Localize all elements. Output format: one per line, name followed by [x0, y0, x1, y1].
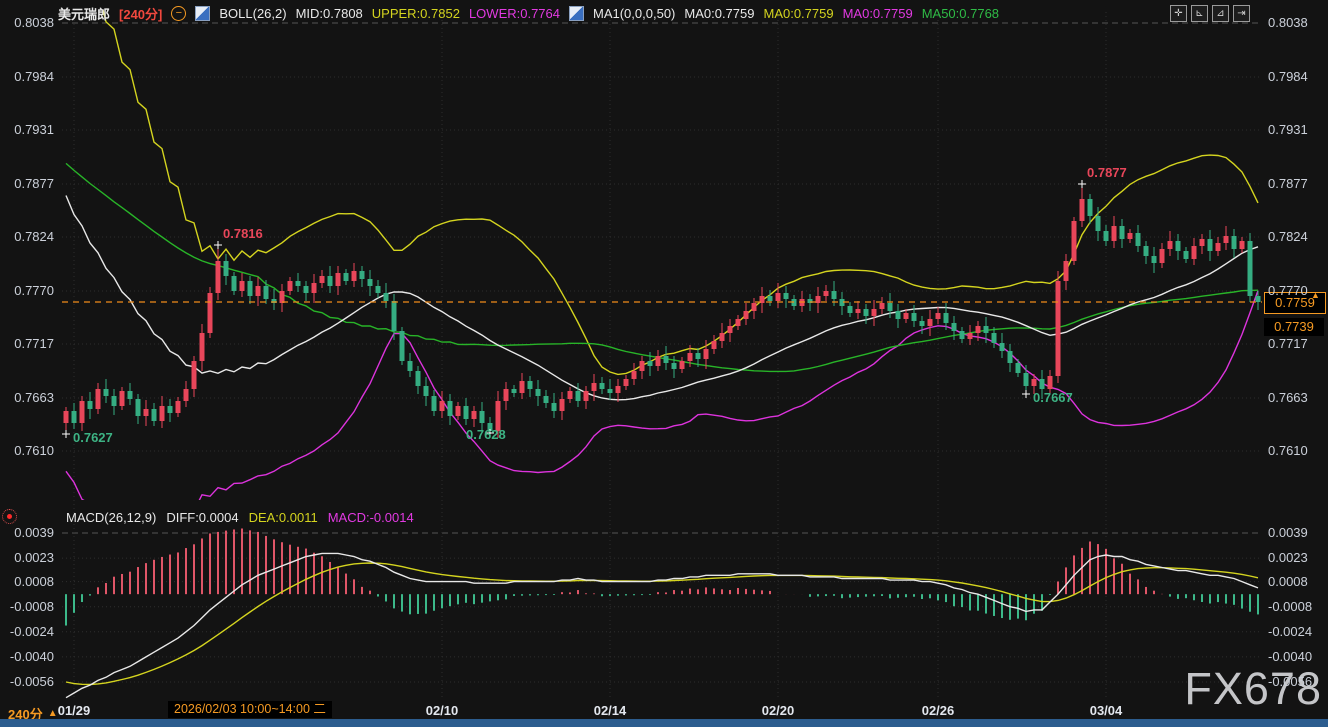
macd-value: MACD:-0.0014 — [328, 510, 414, 525]
price-arrow-icon[interactable]: ▲ — [1311, 290, 1320, 300]
price-annotation: 0.7667 — [1033, 390, 1073, 405]
boll-label: BOLL(26,2) — [219, 6, 286, 21]
macd-axis-label-right: 0.0039 — [1268, 525, 1308, 540]
macd-axis-label-right: -0.0024 — [1268, 624, 1312, 639]
price-axis-label-right: 0.8038 — [1268, 15, 1308, 30]
price-axis-label-left: 0.7824 — [0, 229, 54, 244]
macd-axis-label-left: 0.0023 — [0, 550, 54, 565]
macd-axis-label-right: 0.0023 — [1268, 550, 1308, 565]
date-axis-label: 02/26 — [908, 703, 968, 718]
date-axis-label: 01/29 — [44, 703, 104, 718]
chart-canvas[interactable] — [0, 0, 1328, 727]
ma50-value: MA50:0.7768 — [922, 6, 999, 21]
price-annotation: 0.7627 — [73, 430, 113, 445]
collapse-icon[interactable]: − — [171, 6, 186, 21]
date-axis-label: 02/20 — [748, 703, 808, 718]
macd-axis-label-right: -0.0008 — [1268, 599, 1312, 614]
boll-indicator-icon[interactable] — [195, 6, 210, 21]
ma0-value-1: MA0:0.7759 — [684, 6, 754, 21]
settle-price-tag: 0.7739 — [1264, 318, 1324, 336]
date-axis-label: 03/04 — [1076, 703, 1136, 718]
boll-mid-value: MID:0.7808 — [296, 6, 363, 21]
boll-upper-value: UPPER:0.7852 — [372, 6, 460, 21]
price-axis-label-left: 0.7770 — [0, 283, 54, 298]
price-axis-label-right: 0.7877 — [1268, 176, 1308, 191]
price-axis-label-right: 0.7610 — [1268, 443, 1308, 458]
indicator-arrow-icon[interactable]: ⊿ — [1212, 5, 1229, 22]
ma0-value-3: MA0:0.7759 — [843, 6, 913, 21]
price-axis-label-left: 0.7717 — [0, 336, 54, 351]
macd-pane-icon[interactable] — [2, 509, 17, 524]
period-badge[interactable]: [240分] — [119, 4, 162, 23]
fx678-watermark: FX678 — [1184, 663, 1322, 715]
price-annotation: 0.7877 — [1087, 165, 1127, 180]
price-axis-label-left: 0.7984 — [0, 69, 54, 84]
price-annotation: 0.7628 — [466, 427, 506, 442]
ma-group-label: MA1(0,0,0,50) — [593, 6, 675, 21]
price-annotation: 0.7816 — [223, 226, 263, 241]
indicator-window-icon[interactable]: ⊾ — [1191, 5, 1208, 22]
price-axis-label-right: 0.7717 — [1268, 336, 1308, 351]
selected-candle-date-box: 2026/02/03 10:00~14:00 二 — [168, 701, 332, 718]
price-axis-label-right: 0.7931 — [1268, 122, 1308, 137]
macd-axis-label-right: -0.0056 — [1268, 674, 1312, 689]
price-axis-label-left: 0.7610 — [0, 443, 54, 458]
date-axis-label: 02/10 — [412, 703, 472, 718]
macd-diff-value: DIFF:0.0004 — [166, 510, 238, 525]
symbol-title: 美元瑞郎 — [58, 4, 110, 23]
macd-axis-label-left: -0.0008 — [0, 599, 54, 614]
chart-header: 美元瑞郎 [240分] − BOLL(26,2) MID:0.7808 UPPE… — [58, 4, 999, 23]
price-axis-label-left: 0.7931 — [0, 122, 54, 137]
exit-chart-icon[interactable]: ⇥ — [1233, 5, 1250, 22]
price-axis-label-right: 0.7824 — [1268, 229, 1308, 244]
price-axis-label-left: 0.8038 — [0, 15, 54, 30]
macd-label: MACD(26,12,9) — [66, 510, 156, 525]
price-axis-label-right: 0.7984 — [1268, 69, 1308, 84]
price-axis-label-right: 0.7770 — [1268, 283, 1308, 298]
price-axis-label-right: 0.7663 — [1268, 390, 1308, 405]
price-axis-label-left: 0.7877 — [0, 176, 54, 191]
ma-indicator-icon[interactable] — [569, 6, 584, 21]
macd-dea-value: DEA:0.0011 — [249, 510, 318, 525]
window-controls: ✛ ⊾ ⊿ ⇥ — [1170, 5, 1250, 22]
macd-axis-label-right: 0.0008 — [1268, 574, 1308, 589]
ma0-value-2: MA0:0.7759 — [763, 6, 833, 21]
macd-axis-label-left: -0.0024 — [0, 624, 54, 639]
macd-axis-label-right: -0.0040 — [1268, 649, 1312, 664]
bottom-taskbar-strip — [0, 719, 1328, 727]
macd-axis-label-left: -0.0040 — [0, 649, 54, 664]
macd-axis-label-left: -0.0056 — [0, 674, 54, 689]
date-axis-label: 02/14 — [580, 703, 640, 718]
price-axis-label-left: 0.7663 — [0, 390, 54, 405]
macd-header: MACD(26,12,9) DIFF:0.0004 DEA:0.0011 MAC… — [66, 510, 414, 525]
boll-lower-value: LOWER:0.7764 — [469, 6, 560, 21]
macd-axis-label-left: 0.0008 — [0, 574, 54, 589]
crosshair-icon[interactable]: ✛ — [1170, 5, 1187, 22]
macd-axis-label-left: 0.0039 — [0, 525, 54, 540]
